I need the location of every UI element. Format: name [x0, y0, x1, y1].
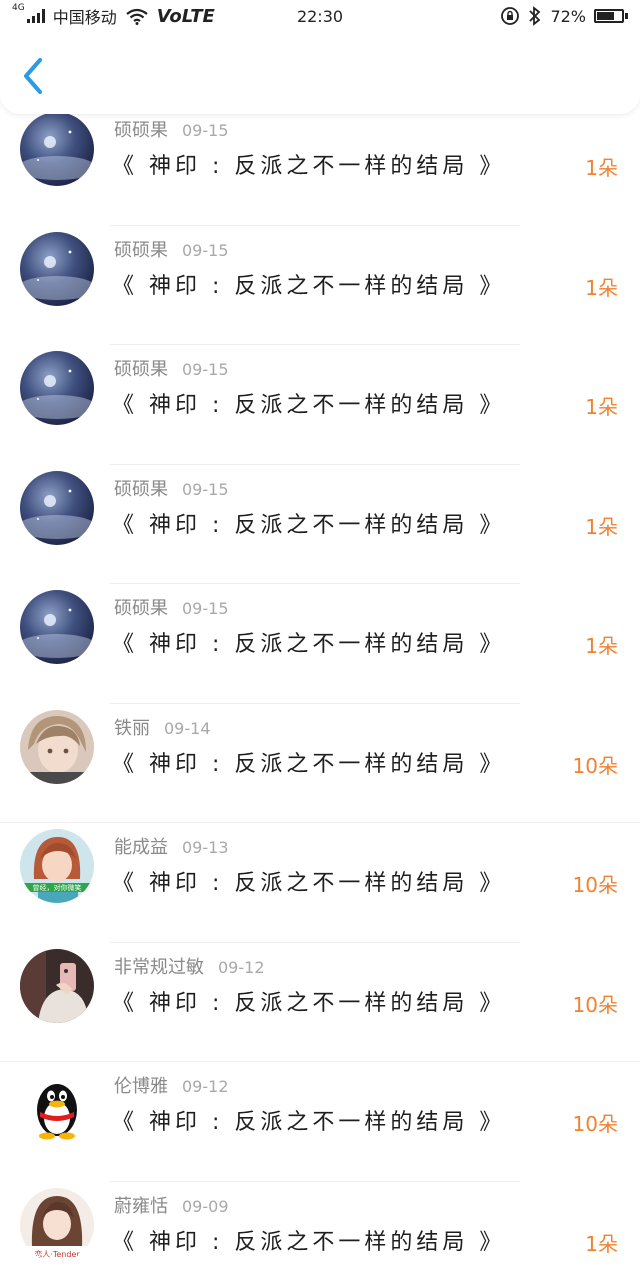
avatar[interactable]: [20, 470, 94, 545]
planet-avatar-icon: [20, 351, 94, 425]
signal-icon: [26, 9, 45, 23]
book-title: 《 神印 : 反派之不一样的结局 》: [112, 273, 506, 299]
book-title: 《 神印 : 反派之不一样的结局 》: [112, 393, 506, 418]
book-title: 《 神印 : 反派之不一样的结局 》: [112, 751, 506, 777]
avatar[interactable]: [20, 1068, 94, 1142]
flower-count: 10朵: [572, 873, 618, 897]
book-title: 《 神印 : 反派之不一样的结局 》: [112, 1110, 506, 1135]
svg-text:恋人·Tender: 恋人·Tender: [34, 1249, 80, 1259]
date-label: 09-13: [182, 838, 229, 857]
username: 能成益: [114, 837, 168, 858]
book-title: 《 神印 : 反派之不一样的结局 》: [112, 512, 506, 538]
flower-count: 1朵: [585, 1231, 618, 1256]
username: 铁丽: [114, 717, 150, 739]
list-item[interactable]: 伦博雅 09-12 《 神印 : 反派之不一样的结局 》 10朵: [0, 1062, 640, 1182]
avatar[interactable]: 曾经，对你微笑: [20, 829, 94, 903]
planet-avatar-icon: [20, 470, 94, 545]
list-item[interactable]: 硕硕果 09-15 《 神印 : 反派之不一样的结局 》 1朵: [0, 465, 640, 585]
date-label: 09-14: [164, 718, 211, 738]
list-item[interactable]: 曾经，对你微笑 能成益 09-13 《 神印 : 反派之不一样的结局 》 10朵: [0, 823, 640, 943]
list-item[interactable]: 硕硕果 09-15 《 神印 : 反派之不一样的结局 》 1朵: [0, 226, 640, 346]
carrier-label: 中国移动: [52, 8, 117, 27]
avatar[interactable]: [20, 948, 94, 1023]
username: 非常规过敏: [114, 956, 204, 978]
photo-avatar-icon: [20, 948, 94, 1023]
date-label: 09-15: [182, 121, 229, 140]
gift-list: 硕硕果 09-15 《 神印 : 反派之不一样的结局 》 1朵 硕硕果 09-15 …: [0, 106, 640, 1280]
list-item[interactable]: 硕硕果 09-15 《 神印 : 反派之不一样的结局 》 1朵: [0, 345, 640, 465]
avatar[interactable]: [20, 351, 94, 425]
flower-count: 1朵: [585, 156, 618, 180]
book-title: 《 神印 : 反派之不一样的结局 》: [112, 154, 506, 179]
username: 蔚雍恬: [114, 1195, 168, 1217]
volte-label: VoLTE: [156, 5, 215, 27]
list-item[interactable]: 硕硕果 09-15 《 神印 : 反派之不一样的结局 》 1朵: [0, 106, 640, 226]
username: 硕硕果: [114, 598, 168, 619]
battery-icon: [594, 9, 628, 23]
planet-avatar-icon: [20, 231, 94, 306]
username: 硕硕果: [114, 120, 168, 141]
date-label: 09-15: [182, 360, 229, 379]
anime-boy-avatar-icon: [20, 709, 94, 784]
date-label: 09-09: [182, 1196, 229, 1216]
book-title: 《 神印 : 反派之不一样的结局 》: [112, 871, 506, 896]
flower-count: 1朵: [585, 514, 618, 539]
network-tag: 4G: [12, 3, 25, 13]
bluetooth-icon: [529, 6, 541, 26]
status-bar: 4G 中国移动 VoLTE 22:30 72%: [0, 0, 640, 32]
avatar[interactable]: [20, 590, 94, 664]
username: 硕硕果: [114, 478, 168, 500]
chevron-left-icon: [24, 58, 42, 94]
svg-text:曾经，对你微笑: 曾经，对你微笑: [33, 883, 82, 892]
flower-count: 10朵: [572, 753, 618, 778]
book-title: 《 神印 : 反派之不一样的结局 》: [112, 632, 506, 657]
list-item[interactable]: 硕硕果 09-15 《 神印 : 反派之不一样的结局 》 1朵: [0, 584, 640, 704]
flower-count: 1朵: [585, 395, 618, 419]
date-label: 09-12: [218, 957, 265, 977]
avatar[interactable]: [20, 231, 94, 306]
planet-avatar-icon: [20, 590, 94, 664]
nav-header: [0, 32, 640, 114]
avatar[interactable]: 恋人·Tender: [20, 1187, 94, 1262]
battery-percent: 72%: [550, 6, 586, 26]
qq-penguin-avatar-icon: [20, 1068, 94, 1142]
date-label: 09-15: [182, 479, 229, 499]
flower-count: 1朵: [585, 275, 618, 300]
username: 伦博雅: [114, 1076, 168, 1097]
list-item[interactable]: 恋人·Tender 蔚雍恬 09-09 《 神印 : 反派之不一样的结局 》 1朵: [0, 1182, 640, 1280]
date-label: 09-12: [182, 1077, 229, 1096]
planet-avatar-icon: [20, 112, 94, 186]
flower-count: 1朵: [585, 634, 618, 658]
book-title: 《 神印 : 反派之不一样的结局 》: [112, 1229, 506, 1255]
girl-photo-avatar-icon: 曾经，对你微笑: [20, 829, 94, 903]
username: 硕硕果: [114, 359, 168, 380]
wifi-icon: [126, 8, 148, 25]
date-label: 09-15: [182, 240, 229, 260]
list-item[interactable]: 铁丽 09-14 《 神印 : 反派之不一样的结局 》 10朵: [0, 704, 640, 823]
tender-girl-avatar-icon: 恋人·Tender: [20, 1187, 94, 1262]
list-item[interactable]: 非常规过敏 09-12 《 神印 : 反派之不一样的结局 》 10朵: [0, 943, 640, 1062]
date-label: 09-15: [182, 599, 229, 618]
username: 硕硕果: [114, 239, 168, 261]
flower-count: 10朵: [572, 992, 618, 1017]
back-button[interactable]: [14, 52, 54, 96]
rotation-lock-icon: [501, 7, 520, 25]
avatar[interactable]: [20, 709, 94, 784]
flower-count: 10朵: [572, 1112, 618, 1136]
book-title: 《 神印 : 反派之不一样的结局 》: [112, 990, 506, 1016]
avatar[interactable]: [20, 112, 94, 186]
